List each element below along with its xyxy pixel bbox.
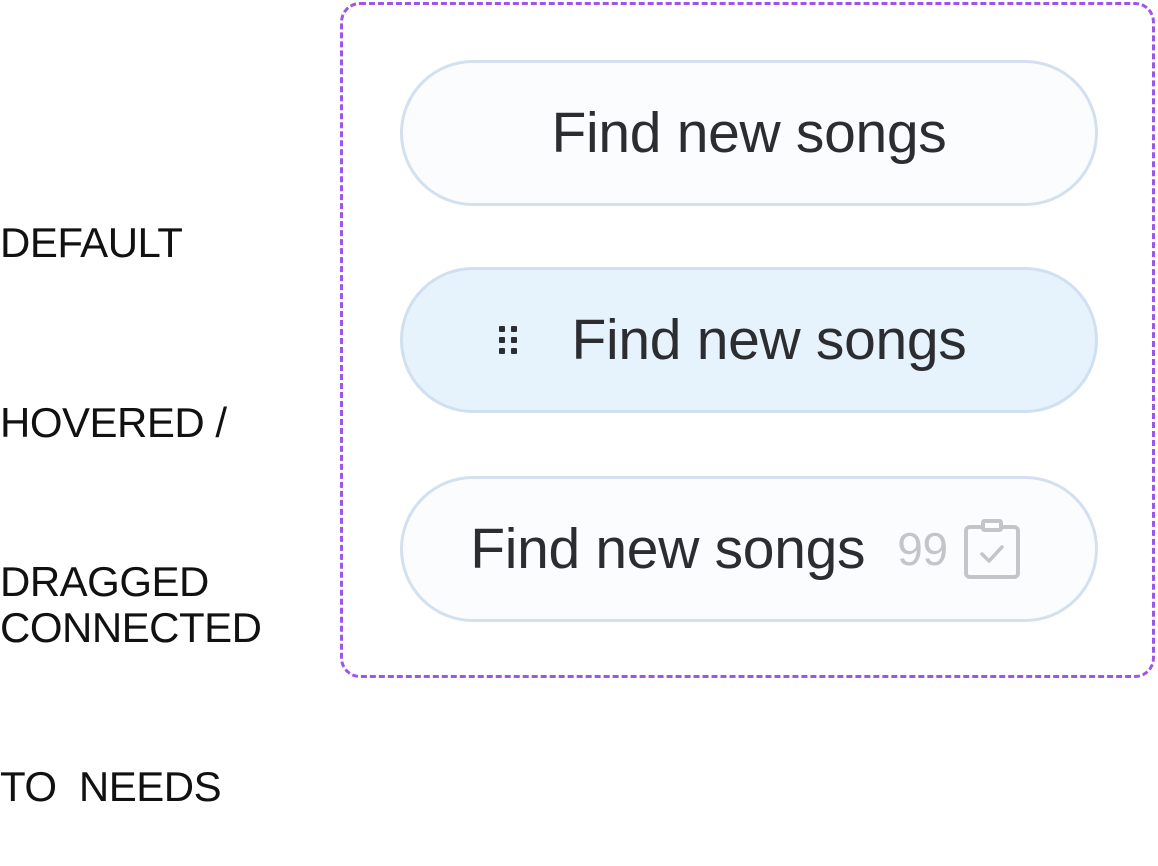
state-label-line: DEFAULT: [0, 219, 183, 266]
clipboard-check-icon: [962, 519, 1022, 579]
task-pill-label: Find new songs: [551, 101, 947, 165]
task-pill-default[interactable]: Find new songs: [400, 60, 1098, 206]
drag-handle-icon[interactable]: [499, 326, 518, 354]
state-label-line: CONNECTED: [0, 604, 262, 651]
state-label-line: TO NEEDS: [0, 763, 222, 810]
state-label-line: HOVERED /: [0, 399, 227, 446]
task-pill-connected[interactable]: Find new songs 99: [400, 476, 1098, 622]
task-pill-label: Find new songs: [470, 517, 866, 581]
task-pill-hovered[interactable]: Find new songs: [400, 267, 1098, 413]
task-pill-label: Find new songs: [571, 308, 967, 372]
needs-count: 99: [897, 523, 948, 575]
